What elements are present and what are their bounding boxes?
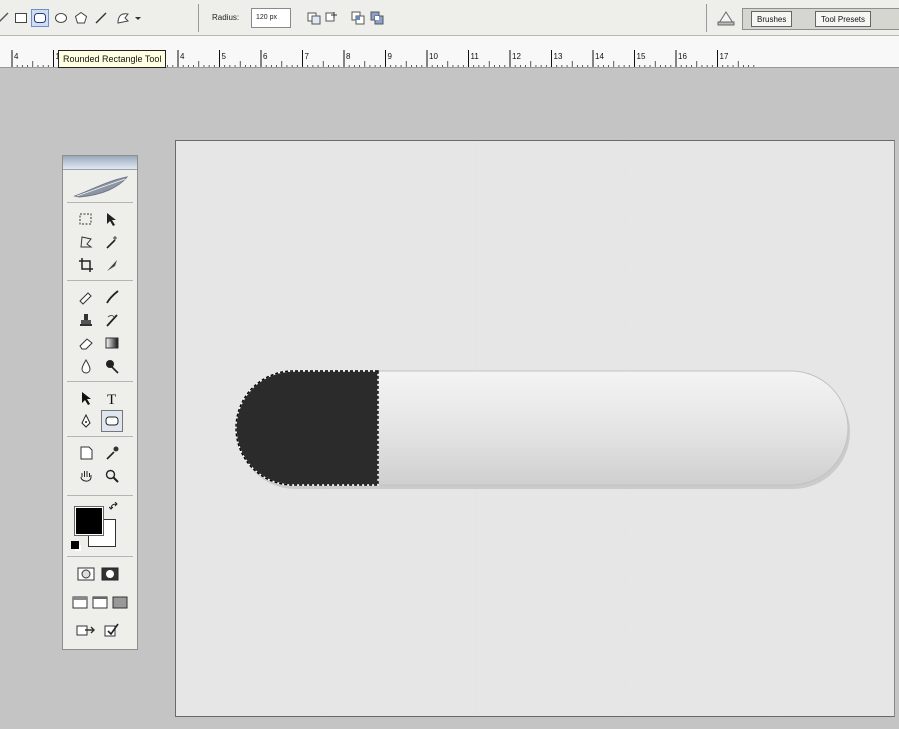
separator <box>67 495 133 496</box>
standard-screen-mode-icon[interactable] <box>69 591 91 613</box>
path-mode-icon[interactable] <box>0 9 12 27</box>
tools-palette: T <box>62 155 138 650</box>
separator <box>706 4 707 32</box>
line-tool-button[interactable] <box>92 9 110 27</box>
healing-brush-icon[interactable] <box>75 286 97 308</box>
brushes-tab[interactable]: Brushes <box>751 11 793 27</box>
ruler-label: 14 <box>595 52 604 61</box>
ruler-label: 15 <box>637 52 646 61</box>
type-tool-icon[interactable]: T <box>101 387 123 409</box>
pen-tool-icon[interactable] <box>75 410 97 432</box>
polygon-tool-button[interactable] <box>72 9 90 27</box>
eyedropper-icon[interactable] <box>101 442 123 464</box>
checkmark-icon[interactable] <box>101 619 123 641</box>
marquee-tool-icon[interactable] <box>75 208 97 230</box>
path-selection-icon[interactable] <box>75 387 97 409</box>
ruler-label: 10 <box>429 52 438 61</box>
separator <box>67 202 133 203</box>
ruler-label: 6 <box>263 52 268 61</box>
full-screen-menu-mode-icon[interactable] <box>89 591 111 613</box>
standard-mode-icon[interactable] <box>75 563 97 585</box>
history-brush-icon[interactable] <box>101 309 123 331</box>
ruler-label: 17 <box>720 52 729 61</box>
lasso-tool-icon[interactable] <box>75 231 97 253</box>
gradient-tool-icon[interactable] <box>101 332 123 354</box>
add-to-shape-icon[interactable] <box>324 10 340 26</box>
default-colors-icon[interactable] <box>71 541 79 549</box>
ruler-label: 7 <box>305 52 310 61</box>
crop-tool-icon[interactable] <box>75 254 97 276</box>
document-canvas[interactable] <box>175 140 895 717</box>
radius-input[interactable]: 120 px <box>251 8 291 28</box>
ruler-label: 9 <box>388 52 393 61</box>
feather-logo-icon <box>73 176 129 198</box>
ruler-label: 4 <box>180 52 185 61</box>
palette-well: Brushes Tool Presets <box>742 8 899 30</box>
eraser-tool-icon[interactable] <box>75 332 97 354</box>
separator <box>67 436 133 437</box>
radius-label: Radius: <box>212 13 240 22</box>
chevron-down-icon[interactable] <box>133 9 143 27</box>
full-screen-mode-icon[interactable] <box>109 591 131 613</box>
palette-title-bar[interactable] <box>63 156 137 170</box>
jump-to-imageready-icon[interactable] <box>75 619 97 641</box>
magic-wand-icon[interactable] <box>101 231 123 253</box>
hand-tool-icon[interactable] <box>75 465 97 487</box>
blur-tool-icon[interactable] <box>75 355 97 377</box>
polygon-icon <box>74 11 88 24</box>
notes-tool-icon[interactable] <box>75 442 97 464</box>
ruler-label: 8 <box>346 52 351 61</box>
canvas-artwork <box>176 141 894 716</box>
zoom-tool-icon[interactable] <box>101 465 123 487</box>
slice-tool-icon[interactable] <box>101 254 123 276</box>
separator <box>67 556 133 557</box>
rectangle-icon <box>15 13 27 23</box>
options-bar: Radius: 120 px Brushes Tool Presets <box>0 0 899 36</box>
ellipse-icon <box>55 13 67 23</box>
separator <box>198 4 199 32</box>
ruler-label: 13 <box>554 52 563 61</box>
dodge-tool-icon[interactable] <box>101 355 123 377</box>
brush-tool-icon[interactable] <box>101 286 123 308</box>
new-shape-layer-icon[interactable] <box>306 10 322 26</box>
separator <box>67 381 133 382</box>
move-tool-icon[interactable] <box>101 208 123 230</box>
ruler-label: 11 <box>471 52 480 61</box>
rounded-rectangle-icon <box>34 13 46 23</box>
ruler-label: 4 <box>14 52 19 61</box>
svg-text:T: T <box>107 392 116 406</box>
rectangle-tool-button[interactable] <box>12 9 30 27</box>
selection-fill <box>236 371 378 485</box>
custom-shape-icon <box>117 13 130 24</box>
ruler-label: 12 <box>512 52 521 61</box>
ellipse-tool-button[interactable] <box>52 9 70 27</box>
custom-shape-tool-button[interactable] <box>114 9 132 27</box>
tool-presets-tab[interactable]: Tool Presets <box>815 11 872 27</box>
clone-stamp-icon[interactable] <box>75 309 97 331</box>
intersect-shape-icon[interactable] <box>350 10 366 26</box>
separator <box>67 280 133 281</box>
quick-mask-mode-icon[interactable] <box>99 563 121 585</box>
ruler-label: 5 <box>222 52 227 61</box>
palette-well-icon[interactable] <box>716 9 736 27</box>
rounded-rectangle-tool-button[interactable] <box>31 9 49 27</box>
rounded-rectangle-tool-icon[interactable] <box>101 410 123 432</box>
exclude-overlap-icon[interactable] <box>369 10 385 26</box>
ruler-label: 16 <box>678 52 687 61</box>
tooltip: Rounded Rectangle Tool <box>58 50 167 68</box>
swap-colors-icon[interactable] <box>109 502 119 512</box>
foreground-color-swatch[interactable] <box>74 506 104 536</box>
line-icon <box>95 12 107 24</box>
